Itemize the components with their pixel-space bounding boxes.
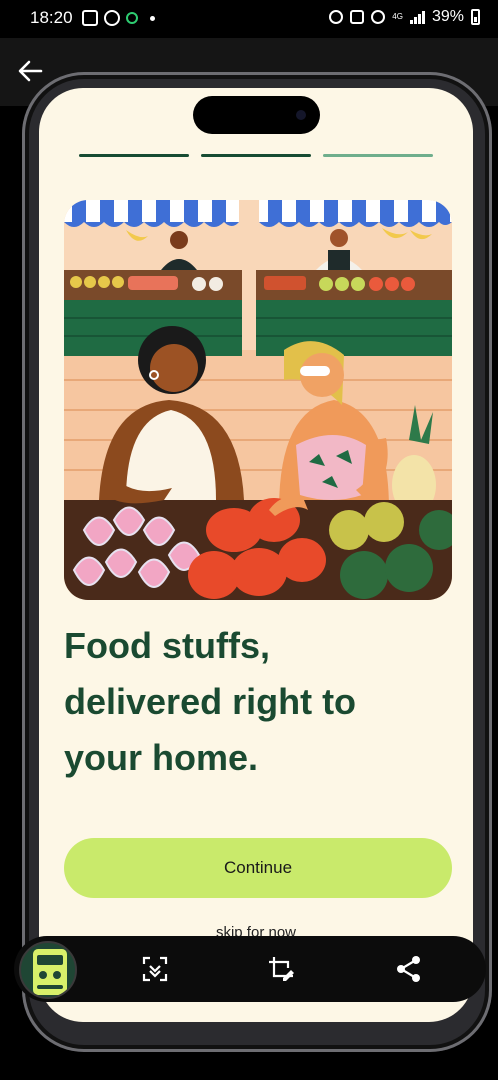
status-time: 18:20 — [30, 8, 73, 27]
progress-step-3 — [323, 154, 433, 157]
title-line-2: delivered right to — [64, 681, 357, 722]
alarm-icon — [329, 10, 344, 24]
battery-percent: 39% — [431, 8, 464, 25]
dynamic-island — [193, 96, 320, 134]
title-line-3: your home. — [64, 737, 259, 778]
continue-button[interactable]: Continue — [64, 838, 452, 898]
notification-icons — [82, 10, 155, 26]
crop-edit-icon[interactable] — [266, 954, 296, 984]
market-illustration — [64, 200, 452, 600]
progress-step-2 — [201, 154, 311, 157]
mute-icon — [350, 10, 365, 24]
network-type-icon: 4G — [392, 12, 403, 21]
status-bar: 18:20 4G 39% — [0, 0, 498, 38]
gallery-notification-icon — [82, 10, 98, 26]
camera-icon — [296, 110, 306, 120]
system-icons: 4G 39% — [329, 8, 480, 26]
onboarding-title: Food stuffs, delivered right to your hom… — [64, 618, 444, 786]
app-notification-icon — [104, 10, 120, 26]
signal-icon — [409, 10, 425, 24]
more-notifications-icon — [150, 15, 155, 21]
scan-icon[interactable] — [140, 954, 170, 984]
progress-step-1 — [79, 154, 189, 157]
awning-left — [64, 200, 239, 227]
share-icon[interactable] — [394, 954, 424, 984]
hotspot-icon — [371, 10, 386, 24]
app-screen: Food stuffs, delivered right to your hom… — [39, 88, 473, 1022]
back-arrow-icon[interactable] — [15, 56, 45, 86]
screenshot-thumbnail[interactable] — [19, 941, 77, 999]
screenshot-toolbar — [14, 936, 486, 1002]
title-line-1: Food stuffs, — [64, 625, 270, 666]
sync-notification-icon — [126, 12, 138, 24]
battery-icon — [471, 9, 480, 25]
awning-right — [259, 200, 452, 227]
onboarding-progress — [79, 154, 433, 157]
